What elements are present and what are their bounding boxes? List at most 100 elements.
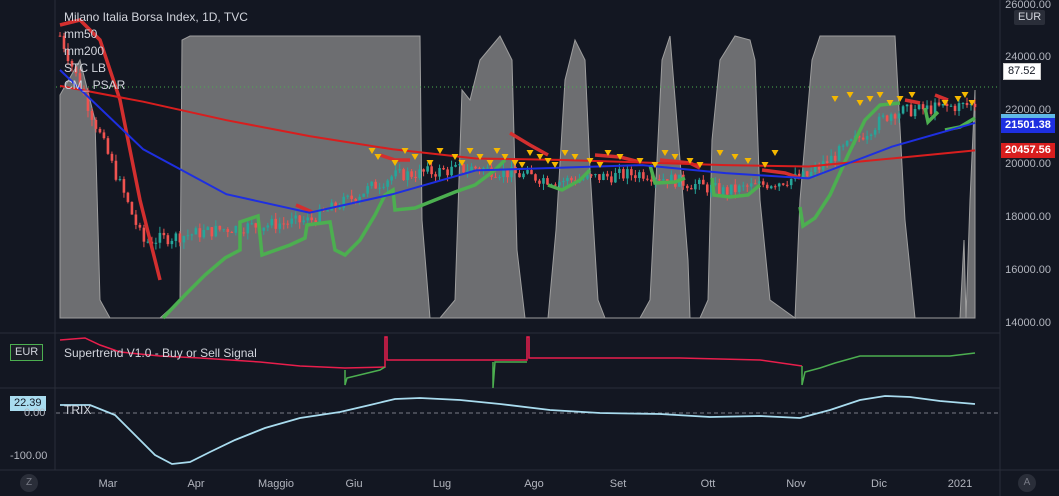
candle-body (134, 214, 138, 225)
candle-body (945, 104, 949, 106)
supertrend-currency-tag: EUR (10, 344, 44, 361)
candle-body (749, 183, 753, 187)
candle-body (877, 116, 881, 131)
price-tick: 16000.00 (1005, 264, 1051, 276)
candle-body (957, 103, 961, 112)
candle-body (542, 178, 545, 184)
candle-body (138, 224, 142, 228)
candle-body (218, 225, 222, 230)
candle-body (626, 169, 629, 179)
candle-body (286, 223, 290, 225)
candle-body (422, 169, 425, 172)
candle-body (178, 233, 182, 243)
candle-body (785, 184, 789, 186)
candle-body (278, 223, 282, 229)
candle-body (174, 233, 178, 241)
chart-canvas[interactable] (0, 0, 1059, 496)
legend-stc[interactable]: STC LB (64, 61, 106, 75)
auto-scale-button[interactable]: A (1018, 474, 1036, 492)
candle-body (917, 104, 921, 110)
candle-body (158, 232, 162, 243)
candle-body (294, 215, 298, 219)
candle-body (562, 181, 565, 183)
candle-body (474, 166, 477, 169)
candle-body (745, 185, 749, 187)
candle-body (590, 174, 593, 176)
candle-body (622, 169, 625, 179)
candle-body (701, 179, 705, 185)
price-tick: 18000.00 (1005, 211, 1051, 223)
candle-body (801, 171, 805, 178)
candle-body (526, 170, 529, 174)
candle-body (761, 181, 765, 185)
candle-body (753, 183, 757, 185)
candle-body (905, 104, 909, 107)
candle-body (845, 140, 849, 146)
candle-body (350, 195, 353, 199)
time-label: Set (609, 478, 627, 490)
candle-body (346, 195, 349, 197)
candle-body (642, 172, 645, 179)
candle-body (106, 138, 110, 154)
candle-body (410, 171, 413, 177)
mm200-value-tag: 20457.56 (1001, 143, 1055, 158)
candle-body (382, 186, 385, 188)
candle-body (398, 169, 401, 171)
legend-mm200[interactable]: mm200 (64, 44, 104, 58)
candle-body (210, 227, 214, 237)
candle-body (222, 229, 226, 231)
candle-body (198, 228, 202, 238)
price-tick: 20000.00 (1005, 158, 1051, 170)
candle-body (662, 179, 665, 181)
candle-body (949, 105, 953, 107)
candle-body (829, 155, 833, 163)
candle-body (386, 180, 389, 187)
candle-body (310, 217, 314, 221)
candle-body (454, 164, 457, 167)
candle-body (302, 220, 306, 223)
candle-body (306, 217, 310, 221)
candle-body (498, 176, 501, 178)
trix-title[interactable]: TRIX (64, 403, 91, 417)
candle-body (725, 187, 729, 195)
candle-body (965, 102, 969, 106)
candle-body (450, 166, 453, 176)
time-label: Nov (786, 478, 806, 490)
candle-body (270, 218, 274, 226)
candle-body (961, 102, 965, 104)
candle-body (773, 186, 777, 188)
candle-body (486, 167, 489, 169)
candle-body (530, 170, 533, 175)
candle-body (282, 223, 286, 225)
candle-body (242, 232, 246, 234)
candle-body (558, 182, 561, 186)
candle-body (554, 184, 557, 186)
candle-body (326, 210, 330, 212)
supertrend-title[interactable]: Supertrend V1.0 - Buy or Sell Signal (64, 346, 257, 360)
candle-body (290, 218, 294, 224)
candle-body (941, 104, 945, 106)
candle-body (729, 184, 733, 195)
zoom-button[interactable]: Z (20, 474, 38, 492)
legend-psar[interactable]: CM_ PSAR (64, 78, 125, 92)
candle-body (118, 179, 122, 181)
candle-body (789, 178, 793, 186)
candle-body (166, 235, 170, 245)
time-label: Giu (345, 478, 363, 490)
candle-body (913, 109, 917, 117)
legend-mm50[interactable]: mm50 (64, 27, 97, 41)
candle-body (370, 181, 373, 187)
currency-button[interactable]: EUR (1014, 10, 1046, 25)
candle-body (142, 227, 146, 242)
candle-body (130, 201, 134, 215)
candle-body (126, 192, 130, 202)
candle-body (606, 173, 609, 177)
candle-body (813, 166, 817, 172)
candle-body (737, 185, 741, 193)
candle-body (390, 176, 393, 181)
candle-body (430, 166, 433, 175)
candle-body (354, 198, 357, 202)
candle-body (717, 183, 721, 195)
candle-body (638, 172, 641, 179)
candle-body (418, 169, 421, 179)
